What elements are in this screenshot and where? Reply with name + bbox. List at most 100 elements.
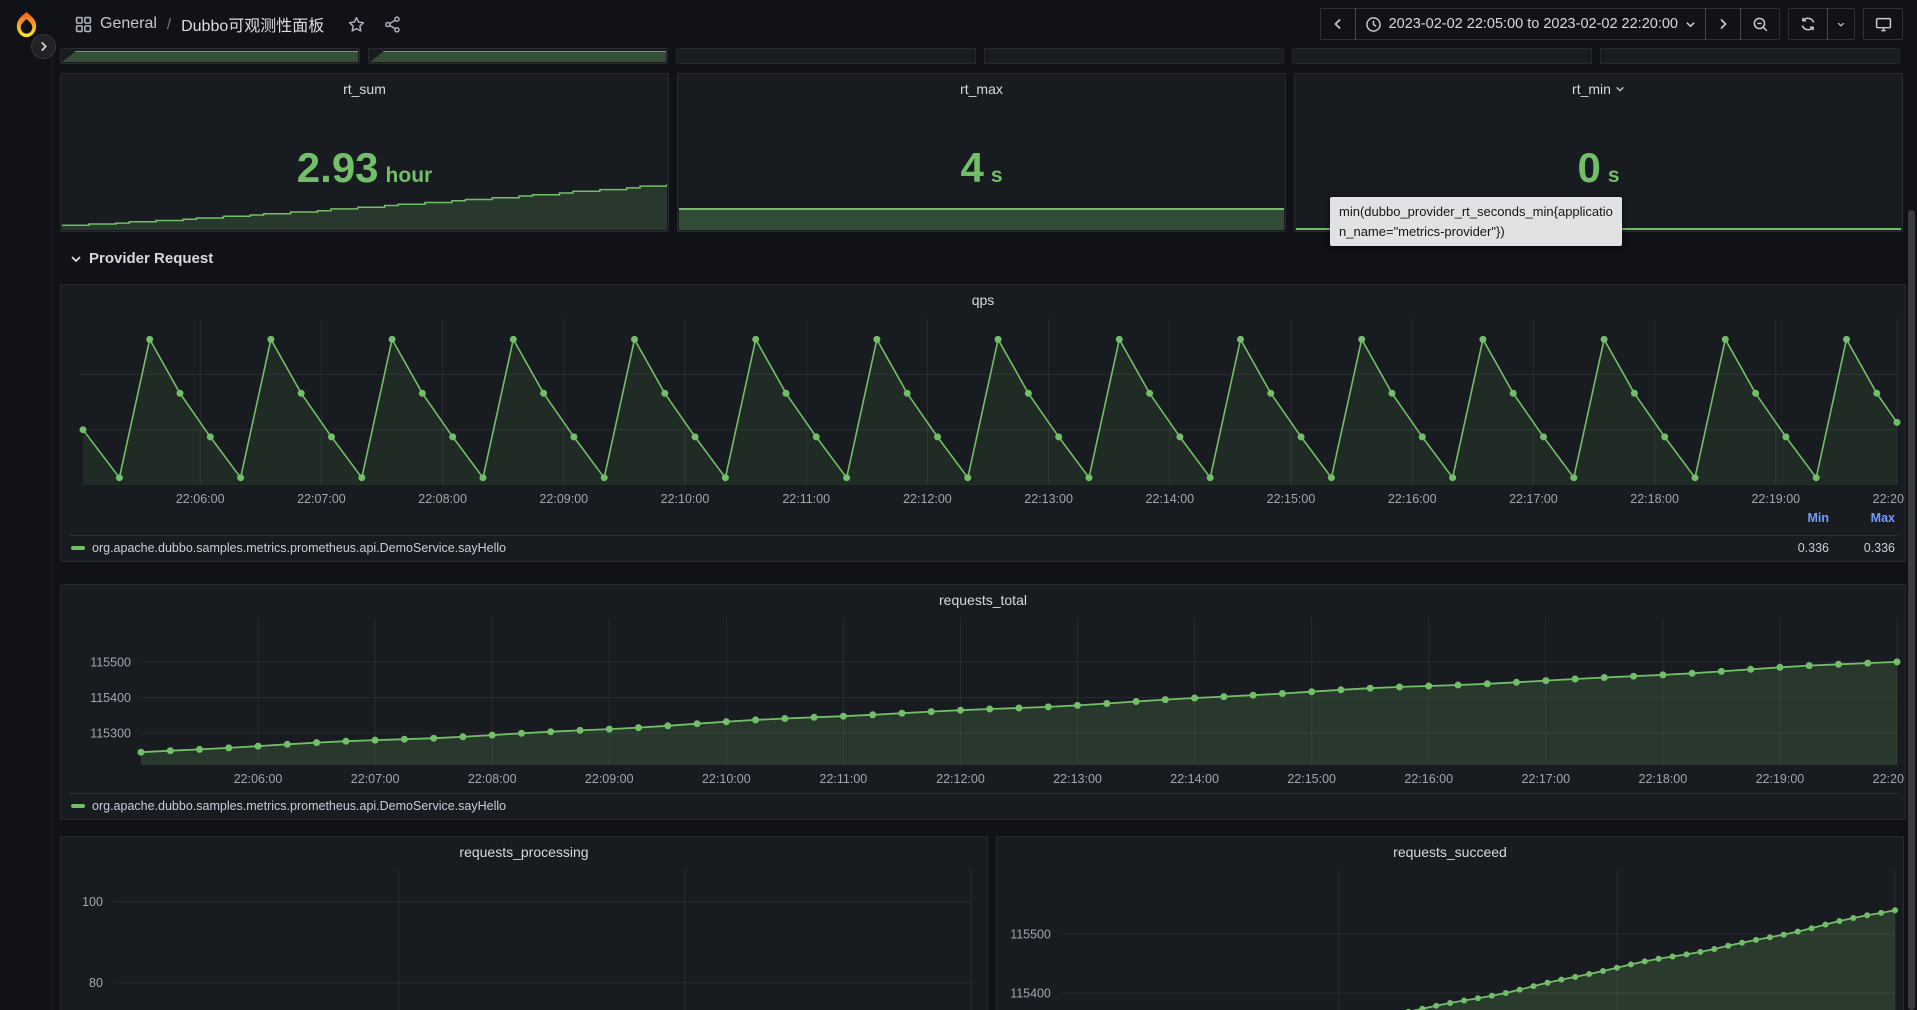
svg-text:22:07:00: 22:07:00 <box>297 492 346 506</box>
svg-text:22:16:00: 22:16:00 <box>1404 772 1453 786</box>
requests-succeed-chart[interactable]: 115400 115500 <box>997 837 1903 1010</box>
svg-text:22:07:00: 22:07:00 <box>351 772 400 786</box>
clock-icon <box>1365 16 1382 33</box>
stat-value-rt-max: 4s <box>678 146 1285 200</box>
svg-text:22:12:00: 22:12:00 <box>903 492 952 506</box>
grafana-app: General / Dubbo可观测性面板 <box>0 0 1917 1010</box>
svg-text:22:11:00: 22:11:00 <box>782 492 830 506</box>
svg-text:115400: 115400 <box>90 691 131 705</box>
svg-text:22:14:00: 22:14:00 <box>1145 492 1194 506</box>
section-header-provider-request[interactable]: Provider Request <box>70 250 213 267</box>
svg-text:22:09:00: 22:09:00 <box>585 772 634 786</box>
svg-text:115300: 115300 <box>90 727 131 741</box>
legend-values: 0.336 0.336 <box>1763 541 1895 555</box>
svg-text:115500: 115500 <box>90 656 131 670</box>
panel-menu-caret-icon <box>1615 81 1625 97</box>
svg-text:22:10:00: 22:10:00 <box>661 492 710 506</box>
legend-divider <box>69 793 1897 794</box>
time-shift-back-button[interactable] <box>1320 8 1356 40</box>
panel-header-rt-max[interactable]: rt_max <box>678 81 1285 97</box>
breadcrumb-separator: / <box>165 16 173 33</box>
chart-panel-requests-processing: requests_processing 6080100 <box>60 836 988 1010</box>
rt-sum-sparkline <box>62 180 667 230</box>
panel-header-rt-min[interactable]: rt_min <box>1295 81 1902 97</box>
requests-total-chart[interactable]: 11530011540011550022:06:0022:07:0022:08:… <box>61 585 1905 789</box>
svg-text:22:15:00: 22:15:00 <box>1267 492 1316 506</box>
svg-text:22:18:00: 22:18:00 <box>1639 772 1688 786</box>
query-tooltip: min(dubbo_provider_rt_seconds_min{applic… <box>1330 197 1622 246</box>
chart-panel-requests-total: requests_total 11530011540011550022:06:0… <box>60 584 1906 820</box>
section-title: Provider Request <box>89 250 213 267</box>
svg-text:22:20:00: 22:20:00 <box>1873 772 1905 786</box>
panel-partial-1 <box>60 48 360 64</box>
scrollbar-thumb[interactable] <box>1908 210 1915 1010</box>
svg-text:22:10:00: 22:10:00 <box>702 772 751 786</box>
series-color-dash <box>71 546 85 550</box>
stat-panel-rt-sum: rt_sum 2.93hour <box>60 73 669 232</box>
panel-header-rt-sum[interactable]: rt_sum <box>61 81 668 97</box>
svg-text:22:19:00: 22:19:00 <box>1751 492 1800 506</box>
chevron-down-icon <box>1685 19 1696 30</box>
svg-text:22:18:00: 22:18:00 <box>1630 492 1679 506</box>
svg-text:22:11:00: 22:11:00 <box>820 772 868 786</box>
panel-partial-3 <box>676 48 976 64</box>
svg-text:22:09:00: 22:09:00 <box>539 492 588 506</box>
svg-text:22:16:00: 22:16:00 <box>1388 492 1437 506</box>
sparkline-area <box>370 51 666 62</box>
zoom-out-time-button[interactable] <box>1740 8 1780 40</box>
svg-text:80: 80 <box>89 976 103 990</box>
svg-text:22:17:00: 22:17:00 <box>1509 492 1558 506</box>
svg-text:100: 100 <box>82 895 103 909</box>
breadcrumb-title[interactable]: Dubbo可观测性面板 <box>181 12 324 36</box>
svg-text:115500: 115500 <box>1010 928 1051 942</box>
svg-text:22:12:00: 22:12:00 <box>936 772 985 786</box>
grafana-logo[interactable] <box>13 11 40 38</box>
svg-text:22:06:00: 22:06:00 <box>176 492 225 506</box>
refresh-button[interactable] <box>1788 8 1828 40</box>
legend-row: org.apache.dubbo.samples.metrics.prometh… <box>71 541 1895 555</box>
sidebar <box>0 48 53 1010</box>
svg-text:22:13:00: 22:13:00 <box>1053 772 1102 786</box>
svg-text:115400: 115400 <box>1010 986 1051 1000</box>
stat-value-rt-min: 0s <box>1295 146 1902 200</box>
time-range-picker[interactable]: 2023-02-02 22:05:00 to 2023-02-02 22:20:… <box>1355 8 1706 40</box>
series-color-dash <box>71 804 85 808</box>
svg-text:22:08:00: 22:08:00 <box>418 492 467 506</box>
svg-text:22:19:00: 22:19:00 <box>1756 772 1805 786</box>
refresh-interval-dropdown[interactable] <box>1827 8 1855 40</box>
requests-processing-chart[interactable]: 6080100 <box>61 837 987 1010</box>
chevron-down-icon <box>70 253 82 265</box>
chart-panel-qps: qps 22:06:0022:07:0022:08:0022:09:0022:1… <box>60 284 1906 562</box>
svg-text:22:20:00: 22:20:00 <box>1873 492 1905 506</box>
legend-max-header[interactable]: Max <box>1829 511 1895 525</box>
time-shift-forward-button[interactable] <box>1705 8 1741 40</box>
breadcrumb-section[interactable]: General <box>100 15 157 33</box>
breadcrumb: General / Dubbo可观测性面板 <box>75 10 406 38</box>
apps-grid-icon[interactable] <box>75 16 92 33</box>
time-range-label: 2023-02-02 22:05:00 to 2023-02-02 22:20:… <box>1389 16 1678 32</box>
top-nav: General / Dubbo可观测性面板 <box>0 0 1917 48</box>
svg-text:22:14:00: 22:14:00 <box>1170 772 1219 786</box>
legend-min-value: 0.336 <box>1763 541 1829 555</box>
kiosk-mode-button[interactable] <box>1863 8 1903 40</box>
stat-panel-rt-max: rt_max 4s <box>677 73 1286 232</box>
svg-text:22:17:00: 22:17:00 <box>1521 772 1570 786</box>
svg-text:22:15:00: 22:15:00 <box>1287 772 1336 786</box>
series-name[interactable]: org.apache.dubbo.samples.metrics.prometh… <box>92 541 506 555</box>
legend-divider <box>69 535 1897 536</box>
legend-min-header[interactable]: Min <box>1763 511 1829 525</box>
star-dashboard-button[interactable] <box>342 10 370 38</box>
panel-partial-6 <box>1600 48 1900 64</box>
sidebar-expand-button[interactable] <box>31 34 56 59</box>
panel-partial-5 <box>1292 48 1592 64</box>
panel-partial-4 <box>984 48 1284 64</box>
legend-columns-header: Min Max <box>1763 511 1895 525</box>
chart-panel-requests-succeed: requests_succeed 115400115500 <box>996 836 1904 1010</box>
series-name[interactable]: org.apache.dubbo.samples.metrics.prometh… <box>92 799 506 813</box>
qps-chart[interactable]: 22:06:00 22:07:00 22:08:00 22:09:00 22:10:00… <box>61 285 1905 509</box>
svg-text:22:08:00: 22:08:00 <box>468 772 517 786</box>
share-dashboard-button[interactable] <box>378 10 406 38</box>
panel-partial-2 <box>368 48 668 64</box>
svg-text:22:13:00: 22:13:00 <box>1024 492 1073 506</box>
sparkline-area <box>62 51 358 62</box>
